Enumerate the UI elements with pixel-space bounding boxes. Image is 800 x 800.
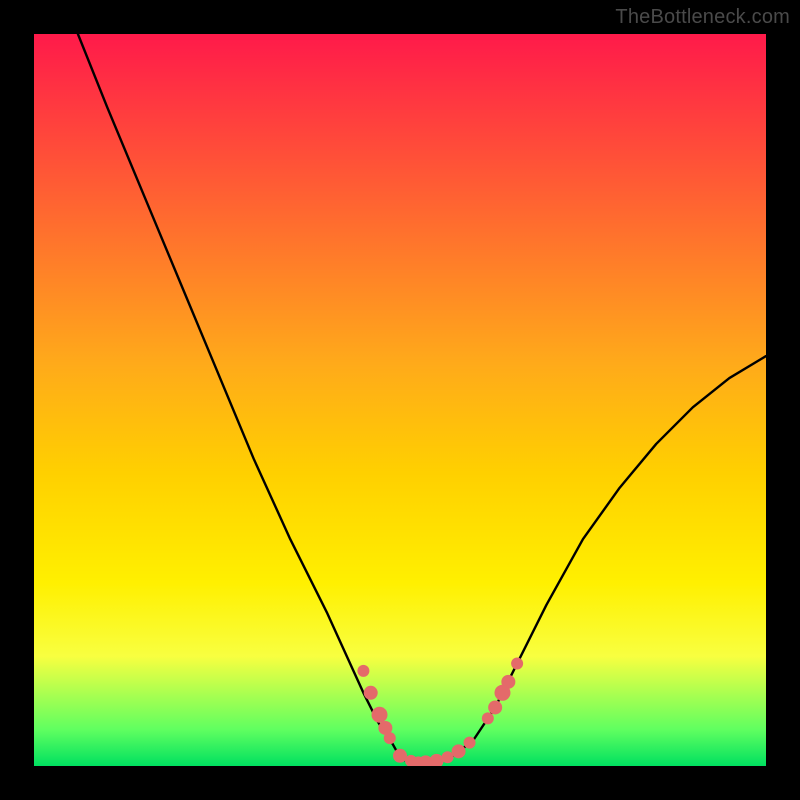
watermark-source: TheBottleneck.com	[615, 6, 790, 29]
marker-dot	[488, 700, 502, 714]
marker-dot	[430, 754, 444, 766]
marker-dot	[501, 675, 515, 689]
marker-dot	[482, 712, 494, 724]
curve-path	[78, 34, 766, 762]
chart-plot-area	[34, 34, 766, 766]
marker-dot	[372, 707, 388, 723]
marker-dot	[452, 744, 466, 758]
marker-dot	[393, 749, 407, 763]
marker-dot	[464, 737, 476, 749]
marker-dot	[364, 686, 378, 700]
marker-dot	[511, 658, 523, 670]
marker-dot	[357, 665, 369, 677]
bottleneck-curve	[34, 34, 766, 766]
marker-dot	[384, 732, 396, 744]
